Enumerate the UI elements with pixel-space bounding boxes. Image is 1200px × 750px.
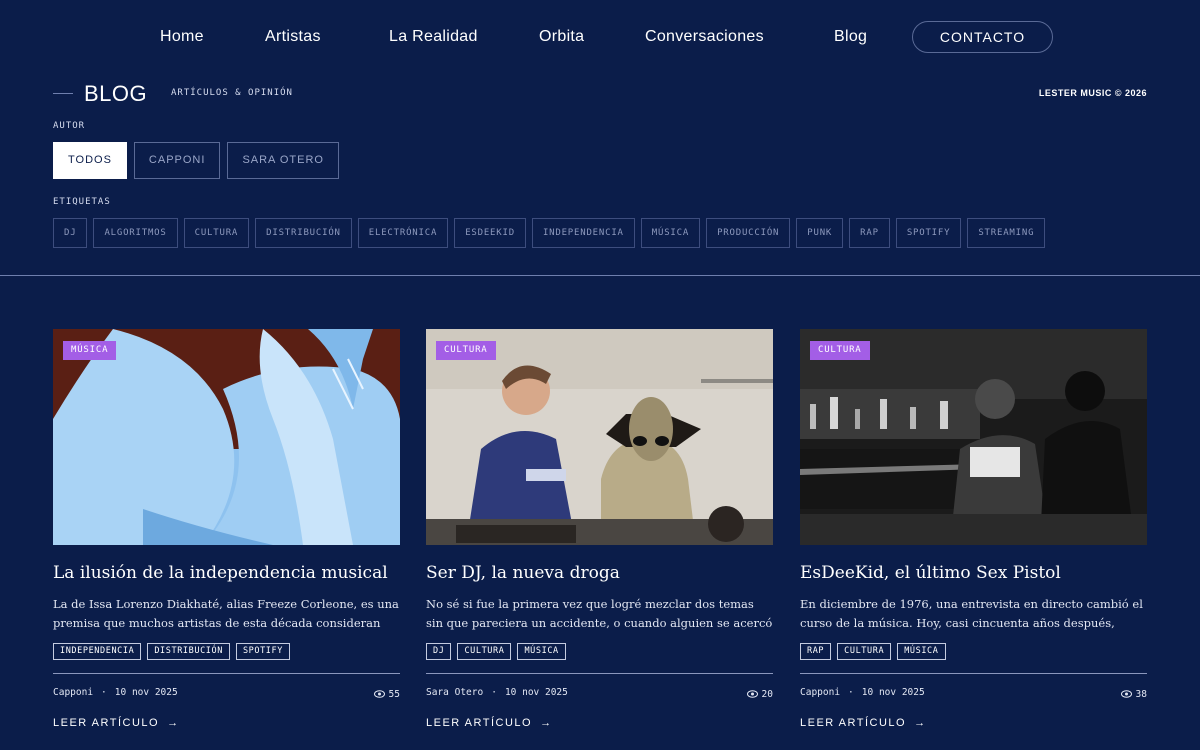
article-category-badge: CULTURA xyxy=(810,341,870,360)
article-photo-portrait xyxy=(53,329,400,545)
article-meta: Sara Otero · 10 nov 2025 20 xyxy=(426,687,773,701)
eye-icon xyxy=(1120,690,1132,698)
nav-conversaciones[interactable]: Conversaciones xyxy=(645,20,764,54)
tag-filter-dj[interactable]: DJ xyxy=(53,218,88,248)
tag-filter-rap[interactable]: RAP xyxy=(849,218,890,248)
article-date: 10 nov 2025 xyxy=(114,687,178,698)
article-author: Capponi xyxy=(800,687,841,698)
meta-separator: · xyxy=(848,687,854,698)
article-tag[interactable]: CULTURA xyxy=(457,643,512,660)
article-tags: DJ CULTURA MÚSICA xyxy=(426,643,773,660)
article-tag[interactable]: DJ xyxy=(426,643,452,660)
section-divider xyxy=(0,275,1200,276)
read-article-label: LEER ARTÍCULO xyxy=(800,717,907,729)
article-author: Capponi xyxy=(53,687,94,698)
card-divider xyxy=(800,673,1147,674)
tag-filter-spotify[interactable]: SPOTIFY xyxy=(895,218,962,248)
eye-icon xyxy=(746,690,758,698)
tag-filter-cultura[interactable]: CULTURA xyxy=(183,218,250,248)
read-article-link[interactable]: LEER ARTÍCULO → xyxy=(426,717,553,729)
card-divider xyxy=(53,673,400,674)
nav-blog[interactable]: Blog xyxy=(834,20,867,54)
article-image[interactable]: MÚSICA xyxy=(53,329,400,545)
author-filter: TODOS CAPPONI SARA OTERO xyxy=(53,142,339,179)
article-date: 10 nov 2025 xyxy=(504,687,568,698)
article-meta: Capponi · 10 nov 2025 38 xyxy=(800,687,1147,701)
article-category-badge: CULTURA xyxy=(436,341,496,360)
article-excerpt: En diciembre de 1976, una entrevista en … xyxy=(800,597,1143,630)
tags-filter-label: ETIQUETAS xyxy=(53,197,111,207)
card-divider xyxy=(426,673,773,674)
contact-button[interactable]: CONTACTO xyxy=(912,21,1053,53)
nav-la-realidad[interactable]: La Realidad xyxy=(389,20,478,54)
article-photo-night-city xyxy=(800,329,1147,545)
tag-filter-independencia[interactable]: INDEPENDENCIA xyxy=(531,218,635,248)
top-navigation: Home Artistas La Realidad Orbita Convers… xyxy=(0,20,1200,54)
article-title[interactable]: Ser DJ, la nueva droga xyxy=(426,563,773,583)
article-tags: RAP CULTURA MÚSICA xyxy=(800,643,1147,660)
article-excerpt: No sé si fue la primera vez que logré me… xyxy=(426,597,773,630)
nav-artistas[interactable]: Artistas xyxy=(265,20,321,54)
author-filter-sara-otero[interactable]: SARA OTERO xyxy=(227,142,339,179)
read-article-link[interactable]: LEER ARTÍCULO → xyxy=(800,717,927,729)
article-title[interactable]: EsDeeKid, el último Sex Pistol xyxy=(800,563,1147,583)
article-category-badge: MÚSICA xyxy=(63,341,117,360)
nav-orbita[interactable]: Orbita xyxy=(539,20,584,54)
article-author: Sara Otero xyxy=(426,687,484,698)
tag-filter-musica[interactable]: MÚSICA xyxy=(640,218,701,248)
article-tag[interactable]: MÚSICA xyxy=(897,643,946,660)
tag-filter-punk[interactable]: PUNK xyxy=(796,218,844,248)
article-tags: INDEPENDENCIA DISTRIBUCIÓN SPOTIFY xyxy=(53,643,400,660)
read-article-label: LEER ARTÍCULO xyxy=(426,717,533,729)
arrow-right-icon: → xyxy=(540,717,553,729)
read-article-label: LEER ARTÍCULO xyxy=(53,717,160,729)
article-date: 10 nov 2025 xyxy=(861,687,925,698)
article-meta: Capponi · 10 nov 2025 55 xyxy=(53,687,400,701)
page-subtitle: ARTÍCULOS & OPINIÓN xyxy=(171,88,293,98)
article-tag[interactable]: SPOTIFY xyxy=(235,643,290,660)
tag-filter-electronica[interactable]: ELECTRÓNICA xyxy=(357,218,449,248)
tag-filter-streaming[interactable]: STREAMING xyxy=(967,218,1046,248)
title-rule xyxy=(53,93,73,94)
article-image[interactable]: CULTURA xyxy=(800,329,1147,545)
article-image[interactable]: CULTURA xyxy=(426,329,773,545)
article-tag[interactable]: INDEPENDENCIA xyxy=(53,643,142,660)
tag-filter-esdeekid[interactable]: ESDEEKID xyxy=(454,218,526,248)
author-filter-todos[interactable]: TODOS xyxy=(53,142,127,179)
blog-page: Home Artistas La Realidad Orbita Convers… xyxy=(0,0,1200,750)
article-card: MÚSICA La ilusión de la independencia mu… xyxy=(53,329,400,731)
meta-separator: · xyxy=(491,687,497,698)
article-views: 20 xyxy=(761,688,773,700)
nav-home[interactable]: Home xyxy=(160,20,204,54)
page-title: BLOG xyxy=(84,81,148,106)
article-title[interactable]: La ilusión de la independencia musical xyxy=(53,563,400,583)
article-photo-dj xyxy=(426,329,773,545)
read-article-link[interactable]: LEER ARTÍCULO → xyxy=(53,717,180,729)
article-tag[interactable]: DISTRIBUCIÓN xyxy=(147,643,230,660)
author-filter-label: AUTOR xyxy=(53,121,86,131)
article-views: 55 xyxy=(388,688,400,700)
article-tag[interactable]: RAP xyxy=(800,643,832,660)
arrow-right-icon: → xyxy=(167,717,180,729)
article-card: CULTURA EsDeeKid, el último Sex Pistol E… xyxy=(800,329,1147,731)
article-card: CULTURA Ser DJ, la nueva droga No sé si … xyxy=(426,329,773,731)
article-views: 38 xyxy=(1135,688,1147,700)
arrow-right-icon: → xyxy=(914,717,927,729)
eye-icon xyxy=(373,690,385,698)
copyright-text: LESTER MUSIC © 2026 xyxy=(1038,88,1147,98)
meta-separator: · xyxy=(101,687,107,698)
tag-filter-distribucion[interactable]: DISTRIBUCIÓN xyxy=(255,218,352,248)
article-tag[interactable]: MÚSICA xyxy=(517,643,566,660)
tag-filter-produccion[interactable]: PRODUCCIÓN xyxy=(706,218,791,248)
article-excerpt: La de Issa Lorenzo Diakhaté, alias Freez… xyxy=(53,597,399,630)
tag-filter-algoritmos[interactable]: ALGORITMOS xyxy=(93,218,178,248)
author-filter-capponi[interactable]: CAPPONI xyxy=(133,142,221,179)
tag-filter: DJ ALGORITMOS CULTURA DISTRIBUCIÓN ELECT… xyxy=(53,218,1046,248)
article-tag[interactable]: CULTURA xyxy=(837,643,892,660)
